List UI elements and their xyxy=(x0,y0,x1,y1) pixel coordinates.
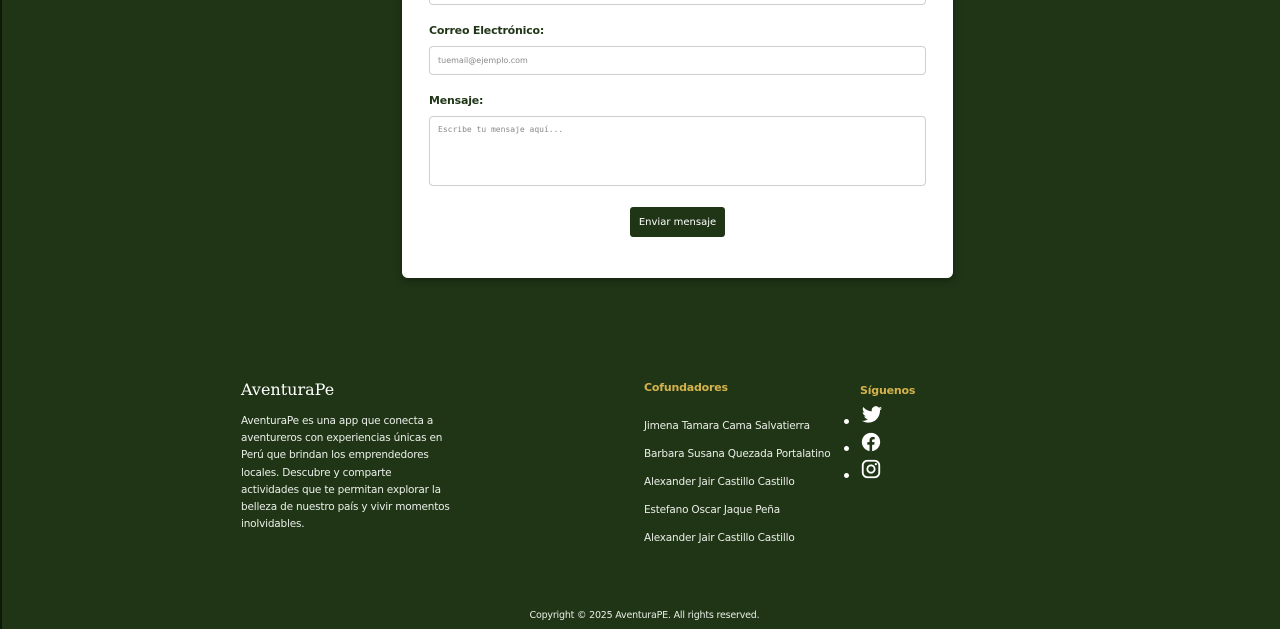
message-label: Mensaje: xyxy=(429,94,484,107)
cofounder-item: Barbara Susana Quezada Portalatino xyxy=(644,448,831,460)
email-label: Correo Electrónico: xyxy=(429,24,545,37)
footer-description: AventuraPe es una app que conecta a aven… xyxy=(241,415,450,531)
social-link-instagram[interactable] xyxy=(844,458,884,485)
cofounder-item: Estefano Oscar Jaque Peña xyxy=(644,504,780,516)
facebook-icon[interactable] xyxy=(860,431,882,453)
message-field[interactable] xyxy=(429,116,926,186)
cofounder-item: Jimena Tamara Cama Salvatierra xyxy=(644,420,810,432)
cofounder-item: Alexander Jair Castillo Castillo xyxy=(644,476,795,488)
social-link-facebook[interactable] xyxy=(844,431,884,458)
cofounders-heading: Cofundadores xyxy=(644,381,728,394)
email-field[interactable] xyxy=(429,46,926,75)
contact-form-card: Correo Electrónico: Mensaje: Enviar mens… xyxy=(402,0,953,278)
list-bullet xyxy=(844,419,849,424)
follow-heading: Síguenos xyxy=(860,384,916,397)
social-link-twitter[interactable] xyxy=(844,404,884,431)
page-edge xyxy=(0,0,2,629)
instagram-icon[interactable] xyxy=(860,458,882,480)
list-bullet xyxy=(844,446,849,451)
footer-brand: AventuraPe xyxy=(241,380,335,399)
send-message-button[interactable]: Enviar mensaje xyxy=(630,207,725,237)
name-field[interactable] xyxy=(429,0,926,5)
copyright-text: Copyright © 2025 AventuraPE. All rights … xyxy=(529,610,760,621)
twitter-icon[interactable] xyxy=(860,404,884,426)
cofounders-list: Jimena Tamara Cama Salvatierra Barbara S… xyxy=(644,418,844,558)
list-bullet xyxy=(844,473,849,478)
cofounder-item: Alexander Jair Castillo Castillo xyxy=(644,532,795,544)
social-links xyxy=(844,404,884,485)
